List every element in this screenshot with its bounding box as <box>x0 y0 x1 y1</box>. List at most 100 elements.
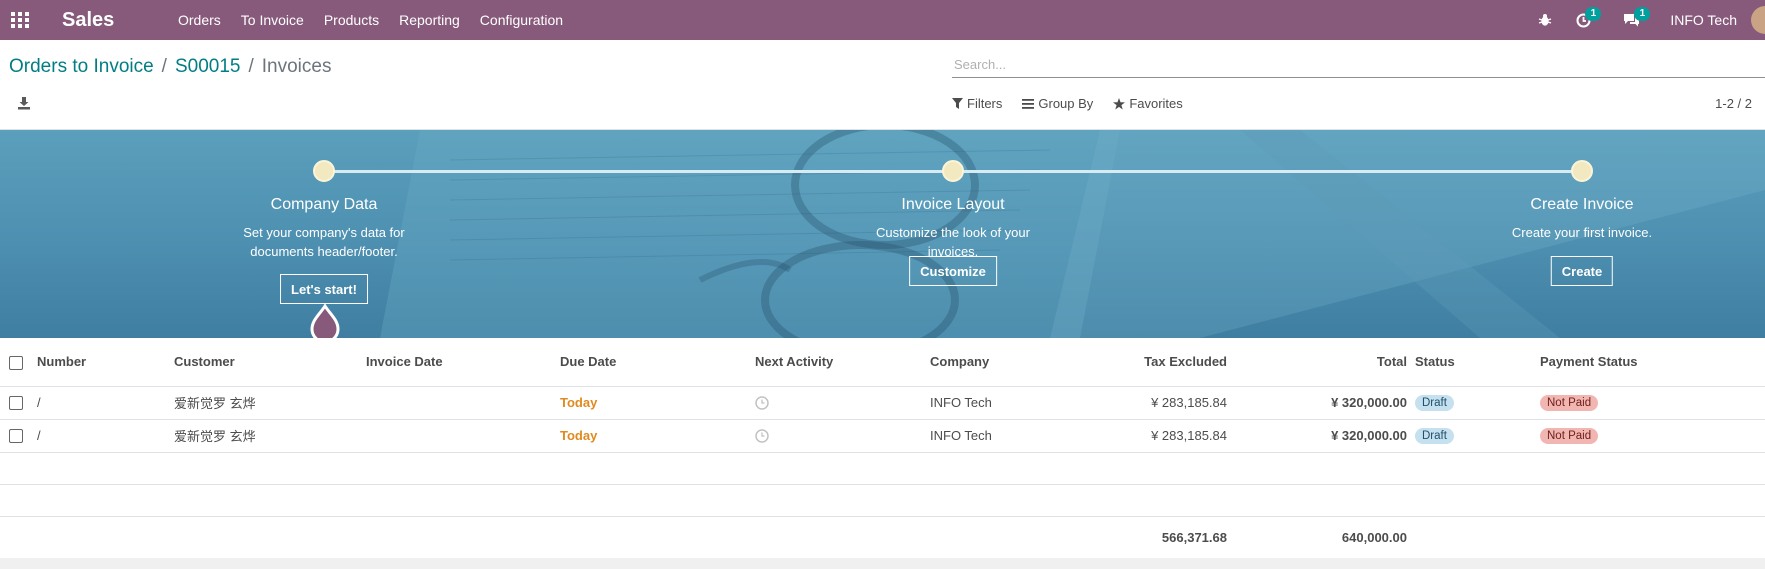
filters-label: Filters <box>967 96 1003 111</box>
group-by-label: Group By <box>1038 96 1094 111</box>
empty-row <box>0 484 1765 517</box>
cell-number: / <box>33 419 170 453</box>
onboarding-pointer-icon <box>310 304 340 338</box>
onboarding-banner: Company Data Set your company's data for… <box>0 130 1765 338</box>
cell-next-activity <box>751 386 926 420</box>
breadcrumb-current-invoices: Invoices <box>261 56 332 77</box>
cell-payment-status: Not Paid <box>1536 386 1765 420</box>
cell-status: Draft <box>1411 386 1536 420</box>
select-all-checkbox[interactable] <box>9 355 23 370</box>
cell-next-activity <box>751 419 926 453</box>
step-title: Invoice Layout <box>901 196 1005 213</box>
cell-status: Draft <box>1411 419 1536 453</box>
filters-button[interactable]: Filters <box>952 96 1002 111</box>
total-amount: 640,000.00 <box>1341 529 1407 545</box>
menu-to-invoice[interactable]: To Invoice <box>231 0 314 40</box>
column-status[interactable]: Status <box>1411 338 1536 387</box>
empty-row <box>0 452 1765 485</box>
step-description: Create your first invoice. <box>1511 225 1653 240</box>
apps-menu-icon[interactable] <box>2 0 38 40</box>
user-avatar[interactable] <box>1751 6 1765 34</box>
debug-bug-icon[interactable] <box>1538 13 1552 27</box>
messages-count-badge: 1 <box>1634 6 1651 21</box>
activity-clock-icon[interactable] <box>755 396 769 411</box>
cell-invoice-date <box>362 419 556 453</box>
step-dot <box>313 160 335 182</box>
search-options: Filters Group By Favorites <box>952 96 1203 111</box>
cell-customer: 爱新觉罗 玄烨 <box>170 386 362 420</box>
main-menu: Orders To Invoice Products Reporting Con… <box>168 0 573 40</box>
search-input[interactable] <box>952 52 1765 76</box>
search-bar <box>952 52 1765 78</box>
breadcrumb-separator: / <box>161 56 167 77</box>
cell-due-date: Today <box>556 386 751 420</box>
group-by-button[interactable]: Group By <box>1022 96 1093 111</box>
star-icon <box>1113 97 1126 109</box>
step-title: Create Invoice <box>1530 196 1634 213</box>
cell-customer: 爱新觉罗 玄烨 <box>170 419 362 453</box>
control-panel: Orders to Invoice / S00015 / Invoices Fi… <box>0 40 1765 130</box>
menu-products[interactable]: Products <box>314 0 389 40</box>
favorites-button[interactable]: Favorites <box>1113 96 1183 111</box>
list-bars-icon <box>1022 98 1035 109</box>
breadcrumb: Orders to Invoice / S00015 / Invoices <box>9 56 331 78</box>
column-company[interactable]: Company <box>926 338 1066 387</box>
column-number[interactable]: Number <box>33 338 170 387</box>
step-description: Set your company's data for documents he… <box>243 225 405 259</box>
cell-company: INFO Tech <box>926 386 1066 420</box>
step-dot <box>1571 160 1593 182</box>
column-customer[interactable]: Customer <box>170 338 362 387</box>
row-checkbox[interactable] <box>9 429 23 444</box>
create-button[interactable]: Create <box>1550 256 1614 286</box>
activity-count-badge: 1 <box>1585 6 1602 21</box>
cell-due-date: Today <box>556 419 751 453</box>
breadcrumb-order-s00015[interactable]: S00015 <box>175 56 241 78</box>
download-icon[interactable] <box>17 96 33 112</box>
activity-clock-icon[interactable]: 1 <box>1576 6 1602 28</box>
status-badge: Draft <box>1415 395 1454 411</box>
company-switcher[interactable]: INFO Tech <box>1670 12 1737 28</box>
app-name[interactable]: Sales <box>62 9 154 32</box>
breadcrumb-orders-to-invoice[interactable]: Orders to Invoice <box>9 56 154 78</box>
activity-clock-icon[interactable] <box>755 429 769 444</box>
filter-funnel-icon <box>952 98 963 109</box>
cell-tax-excluded: ¥ 283,185.84 <box>1066 386 1231 420</box>
total-tax-excluded: 566,371.68 <box>1161 529 1227 545</box>
menu-reporting[interactable]: Reporting <box>389 0 470 40</box>
cell-tax-excluded: ¥ 283,185.84 <box>1066 419 1231 453</box>
table-row[interactable]: / 爱新觉罗 玄烨 Today INFO Tech ¥ 283,185.84 ¥… <box>0 386 1765 420</box>
pager-value[interactable]: 1-2 / 2 <box>1715 96 1752 111</box>
customize-button[interactable]: Customize <box>909 256 997 286</box>
payment-status-badge: Not Paid <box>1540 395 1599 411</box>
column-due-date[interactable]: Due Date <box>556 338 751 387</box>
lets-start-button[interactable]: Let's start! <box>280 274 368 304</box>
invoice-list: Number Customer Invoice Date Due Date Ne… <box>0 338 1765 558</box>
column-total[interactable]: Total <box>1231 338 1411 387</box>
menu-configuration[interactable]: Configuration <box>470 0 573 40</box>
cell-total: ¥ 320,000.00 <box>1231 386 1411 420</box>
top-navbar: Sales Orders To Invoice Products Reporti… <box>0 0 1765 40</box>
invoice-table: Number Customer Invoice Date Due Date Ne… <box>0 338 1765 558</box>
column-invoice-date[interactable]: Invoice Date <box>362 338 556 387</box>
column-payment-status[interactable]: Payment Status <box>1536 338 1765 387</box>
cell-number: / <box>33 386 170 420</box>
payment-status-badge: Not Paid <box>1540 428 1599 444</box>
totals-row: 566,371.68 640,000.00 <box>0 516 1765 558</box>
step-dot <box>942 160 964 182</box>
favorites-label: Favorites <box>1129 96 1183 111</box>
navbar-systray: 1 1 INFO Tech <box>1538 0 1765 40</box>
row-checkbox[interactable] <box>9 396 23 411</box>
table-row[interactable]: / 爱新觉罗 玄烨 Today INFO Tech ¥ 283,185.84 ¥… <box>0 419 1765 453</box>
breadcrumb-separator: / <box>248 56 254 77</box>
menu-orders[interactable]: Orders <box>168 0 231 40</box>
step-title: Company Data <box>270 196 378 213</box>
cell-company: INFO Tech <box>926 419 1066 453</box>
table-header-row: Number Customer Invoice Date Due Date Ne… <box>0 338 1765 387</box>
column-next-activity[interactable]: Next Activity <box>751 338 926 387</box>
column-tax-excluded[interactable]: Tax Excluded <box>1066 338 1231 387</box>
status-badge: Draft <box>1415 428 1454 444</box>
cell-total: ¥ 320,000.00 <box>1231 419 1411 453</box>
cell-payment-status: Not Paid <box>1536 419 1765 453</box>
cell-invoice-date <box>362 386 556 420</box>
messages-chat-icon[interactable]: 1 <box>1623 6 1651 28</box>
